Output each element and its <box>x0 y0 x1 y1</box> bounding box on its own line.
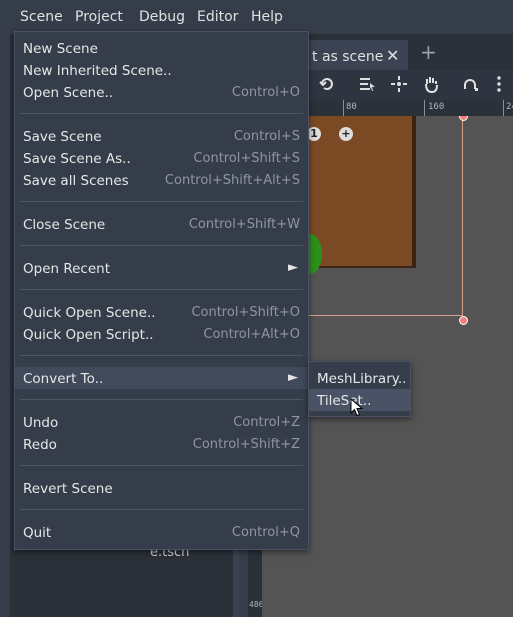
ruler-label: 160 <box>428 102 445 112</box>
resize-handle[interactable] <box>459 316 468 325</box>
menu-item-label: Revert Scene <box>23 481 113 497</box>
menu-item-label: New Scene <box>23 41 98 57</box>
menu-item-shortcut: Control+O <box>231 85 300 100</box>
scene-tab-label: t as scene <box>312 49 384 65</box>
menu-separator <box>20 113 303 114</box>
menu-item-save-scene[interactable]: Save Scene Control+S <box>15 125 308 147</box>
menu-item-label: Quick Open Scene.. <box>23 305 156 321</box>
menu-separator <box>20 399 303 400</box>
menu-separator <box>20 509 303 510</box>
mouse-cursor-icon <box>350 398 364 417</box>
ruler-label: 24 <box>506 102 513 112</box>
menu-item-label: New Inherited Scene.. <box>23 63 172 79</box>
menu-item-label: MeshLibrary.. <box>317 371 407 387</box>
list-select-icon[interactable] <box>358 75 376 93</box>
menu-item-label: Open Scene.. <box>23 85 114 101</box>
close-icon[interactable]: ✕ <box>386 46 399 65</box>
rotate-icon[interactable] <box>318 75 336 93</box>
menu-item-save-scene-as[interactable]: Save Scene As.. Control+Shift+S <box>15 147 308 169</box>
menu-item-new-scene[interactable]: New Scene <box>15 37 308 59</box>
menu-separator <box>20 465 303 466</box>
menu-bar: Scene Project Debug Editor Help <box>0 0 513 34</box>
submenu-arrow-icon: ► <box>288 260 298 275</box>
menu-item-close-scene[interactable]: Close Scene Control+Shift+W <box>15 213 308 235</box>
selection-bounds <box>462 116 463 320</box>
ruler-label: 80 <box>346 102 357 112</box>
menu-item-quick-open-script[interactable]: Quick Open Script.. Control+Alt+O <box>15 323 308 345</box>
menu-item-open-scene[interactable]: Open Scene.. Control+O <box>15 81 308 103</box>
menu-item-meshlibrary[interactable]: MeshLibrary.. <box>309 367 410 389</box>
menu-item-shortcut: Control+Shift+O <box>191 305 300 320</box>
menu-item-new-inherited-scene[interactable]: New Inherited Scene.. <box>15 59 308 81</box>
menu-item-label: Open Recent <box>23 261 111 277</box>
menu-item-label: Convert To.. <box>23 371 104 387</box>
resize-handle[interactable] <box>459 116 468 121</box>
menu-item-shortcut: Control+Shift+Z <box>192 437 300 452</box>
menu-help[interactable]: Help <box>251 9 283 25</box>
menu-separator <box>20 245 303 246</box>
menu-item-shortcut: Control+Q <box>231 525 300 540</box>
add-point-icon[interactable]: + <box>339 127 353 141</box>
pivot-icon[interactable] <box>390 75 408 93</box>
menu-item-shortcut: Control+Shift+W <box>188 217 300 232</box>
menu-separator <box>20 289 303 290</box>
menu-item-quit[interactable]: Quit Control+Q <box>15 521 308 543</box>
menu-debug[interactable]: Debug <box>139 9 185 25</box>
menu-item-convert-to[interactable]: Convert To.. ► <box>15 367 308 389</box>
menu-editor[interactable]: Editor <box>197 9 238 25</box>
menu-item-label: Undo <box>23 415 59 431</box>
submenu-arrow-icon: ► <box>288 370 298 385</box>
menu-item-save-all-scenes[interactable]: Save all Scenes Control+Shift+Alt+S <box>15 169 308 191</box>
menu-item-shortcut: Control+Shift+Alt+S <box>164 173 300 188</box>
menu-item-shortcut: Control+S <box>233 129 300 144</box>
menu-item-redo[interactable]: Redo Control+Shift+Z <box>15 433 308 455</box>
menu-scene[interactable]: Scene <box>20 9 63 25</box>
menu-item-open-recent[interactable]: Open Recent ► <box>15 257 308 279</box>
menu-item-revert-scene[interactable]: Revert Scene <box>15 477 308 499</box>
add-tab-icon[interactable]: + <box>420 40 437 64</box>
menu-project[interactable]: Project <box>75 9 123 25</box>
menu-item-label: Close Scene <box>23 217 106 233</box>
more-options-icon[interactable] <box>490 75 508 93</box>
menu-item-quick-open-scene[interactable]: Quick Open Scene.. Control+Shift+O <box>15 301 308 323</box>
menu-item-shortcut: Control+Alt+O <box>203 327 300 342</box>
node-badge: 1 <box>307 127 321 141</box>
scene-menu-popup: New Scene New Inherited Scene.. Open Sce… <box>14 31 309 550</box>
menu-item-label: Redo <box>23 437 57 453</box>
menu-item-label: Quit <box>23 525 52 541</box>
menu-separator <box>20 201 303 202</box>
menu-item-undo[interactable]: Undo Control+Z <box>15 411 308 433</box>
menu-item-label: Quick Open Script.. <box>23 327 154 343</box>
snap-icon[interactable] <box>462 75 480 93</box>
pan-hand-icon[interactable] <box>422 75 440 93</box>
menu-item-label: Save all Scenes <box>23 173 129 189</box>
menu-item-shortcut: Control+Shift+S <box>193 151 300 166</box>
menu-item-label: Save Scene <box>23 129 102 145</box>
menu-separator <box>20 355 303 356</box>
menu-item-shortcut: Control+Z <box>233 415 300 430</box>
menu-item-label: Save Scene As.. <box>23 151 131 167</box>
